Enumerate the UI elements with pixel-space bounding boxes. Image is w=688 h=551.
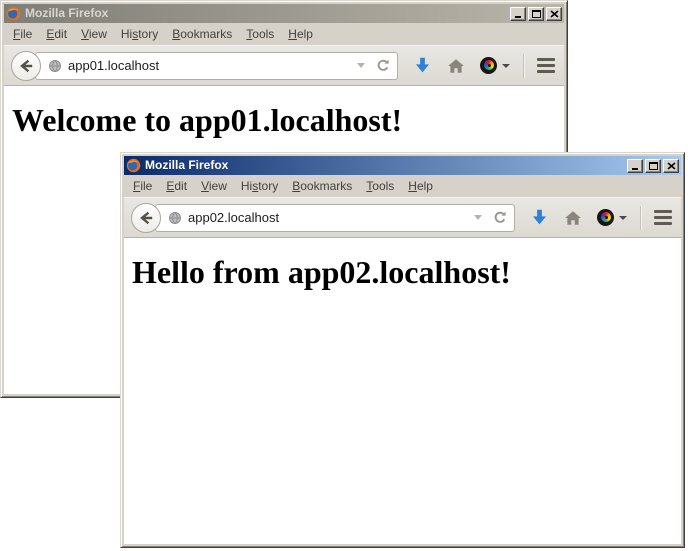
menu-file[interactable]: File	[126, 176, 159, 196]
menu-tools[interactable]: Tools	[359, 176, 401, 196]
menu-edit[interactable]: Edit	[39, 24, 74, 44]
menu-label: ookmarks	[180, 27, 232, 41]
firefox-logo-icon	[126, 158, 141, 173]
menu-bar: File Edit View History Bookmarks Tools H…	[4, 23, 564, 45]
menu-file[interactable]: File	[6, 24, 39, 44]
page-heading: Welcome to app01.localhost!	[12, 102, 556, 139]
url-bar[interactable]: app02.localhost	[155, 204, 515, 232]
menu-label: elp	[297, 27, 313, 41]
download-arrow-icon	[530, 208, 549, 227]
globe-icon	[48, 59, 62, 73]
menu-help[interactable]: Help	[281, 24, 320, 44]
globe-icon	[168, 211, 182, 225]
colorzilla-icon	[597, 209, 614, 226]
menu-history[interactable]: History	[234, 176, 285, 196]
reload-icon	[492, 210, 508, 226]
menu-label: Hi	[121, 27, 132, 41]
url-text[interactable]: app01.localhost	[68, 58, 351, 73]
resize-grip[interactable]	[676, 539, 678, 541]
urlbar-dropdown-icon[interactable]	[357, 63, 365, 68]
menu-edit[interactable]: Edit	[159, 176, 194, 196]
window-title: Mozilla Firefox	[25, 6, 506, 21]
menu-label: dit	[174, 179, 187, 193]
menu-bookmarks[interactable]: Bookmarks	[165, 24, 239, 44]
reload-button[interactable]	[492, 210, 508, 226]
maximize-icon	[532, 10, 541, 18]
navigation-toolbar: app01.localhost	[4, 45, 564, 86]
colorzilla-icon	[480, 57, 497, 74]
menu-label-mnemonic: H	[408, 179, 417, 193]
menu-bar: File Edit View History Bookmarks Tools H…	[124, 175, 681, 197]
browser-window-app02: Mozilla Firefox File Edit View History B…	[120, 152, 685, 548]
home-icon	[447, 57, 465, 75]
close-button[interactable]	[546, 7, 562, 21]
maximize-button[interactable]	[645, 159, 661, 173]
reload-button[interactable]	[375, 58, 391, 74]
home-button[interactable]	[564, 209, 582, 227]
close-icon	[550, 10, 559, 18]
back-button[interactable]	[131, 203, 161, 233]
minimize-icon	[632, 168, 638, 170]
urlbar-dropdown-icon[interactable]	[474, 215, 482, 220]
reload-icon	[375, 58, 391, 74]
back-arrow-icon	[18, 58, 34, 74]
back-button[interactable]	[11, 51, 41, 81]
window-controls	[627, 159, 679, 173]
menu-label: ile	[140, 179, 152, 193]
home-icon	[564, 209, 582, 227]
menu-label: ools	[252, 27, 274, 41]
menu-label: tory	[258, 179, 278, 193]
colorzilla-extension-button[interactable]	[480, 57, 510, 74]
toolbar-separator	[640, 206, 641, 230]
firefox-logo-icon	[6, 6, 21, 21]
navigation-toolbar: app02.localhost	[124, 197, 681, 238]
menu-label-mnemonic: V	[81, 27, 89, 41]
url-bar[interactable]: app01.localhost	[35, 52, 398, 80]
page-heading: Hello from app02.localhost!	[132, 254, 673, 291]
menu-view[interactable]: View	[194, 176, 234, 196]
menu-view[interactable]: View	[74, 24, 114, 44]
menu-label-mnemonic: V	[201, 179, 209, 193]
maximize-icon	[649, 162, 658, 170]
url-text[interactable]: app02.localhost	[188, 210, 468, 225]
menu-label: tory	[138, 27, 158, 41]
menu-label: dit	[54, 27, 67, 41]
close-button[interactable]	[663, 159, 679, 173]
page-content: Hello from app02.localhost!	[124, 238, 681, 544]
home-button[interactable]	[447, 57, 465, 75]
menu-label: iew	[89, 27, 107, 41]
back-arrow-icon	[138, 210, 154, 226]
menu-bookmarks[interactable]: Bookmarks	[285, 176, 359, 196]
titlebar[interactable]: Mozilla Firefox	[124, 156, 681, 175]
close-icon	[667, 162, 676, 170]
menu-label: ools	[372, 179, 394, 193]
menu-tools[interactable]: Tools	[239, 24, 281, 44]
downloads-button[interactable]	[530, 208, 549, 227]
titlebar[interactable]: Mozilla Firefox	[4, 4, 564, 23]
chevron-down-icon	[619, 216, 627, 220]
minimize-button[interactable]	[510, 7, 526, 21]
window-title: Mozilla Firefox	[145, 158, 623, 173]
menu-label: ile	[20, 27, 32, 41]
download-arrow-icon	[413, 56, 432, 75]
menu-help[interactable]: Help	[401, 176, 440, 196]
minimize-button[interactable]	[627, 159, 643, 173]
window-controls	[510, 7, 562, 21]
menu-label: Hi	[241, 179, 252, 193]
minimize-icon	[515, 16, 521, 18]
menu-label: ookmarks	[300, 179, 352, 193]
menu-label: iew	[209, 179, 227, 193]
chevron-down-icon	[502, 64, 510, 68]
toolbar-separator	[523, 54, 524, 78]
open-menu-button[interactable]	[537, 58, 555, 73]
downloads-button[interactable]	[413, 56, 432, 75]
menu-history[interactable]: History	[114, 24, 165, 44]
menu-label: elp	[417, 179, 433, 193]
colorzilla-extension-button[interactable]	[597, 209, 627, 226]
open-menu-button[interactable]	[654, 210, 672, 225]
menu-label-mnemonic: H	[288, 27, 297, 41]
maximize-button[interactable]	[528, 7, 544, 21]
